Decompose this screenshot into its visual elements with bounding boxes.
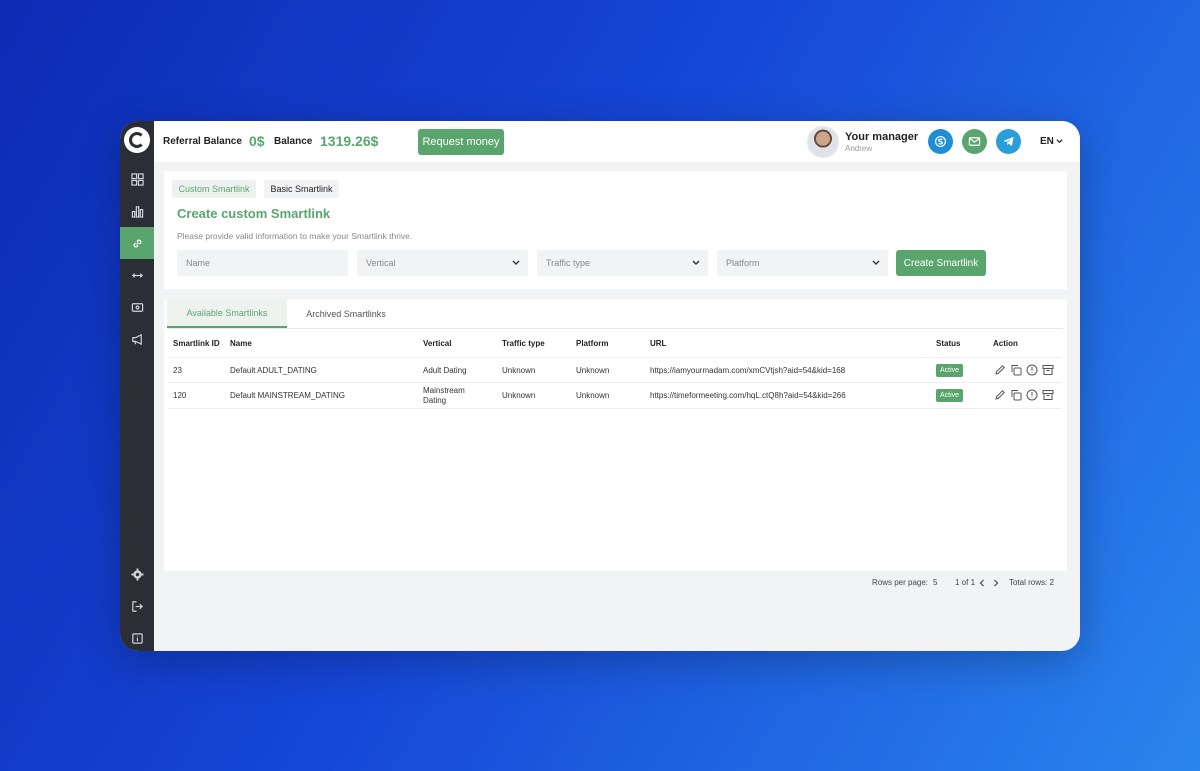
- column-header-platform: Platform: [576, 339, 609, 348]
- column-header-name: Name: [230, 339, 252, 348]
- tab-custom-smartlink[interactable]: Custom Smartlink: [172, 180, 256, 198]
- cell-vertical: Adult Dating: [423, 366, 467, 375]
- tab-archived-smartlinks[interactable]: Archived Smartlinks: [287, 299, 405, 328]
- sidebar-item-dashboard[interactable]: [120, 163, 154, 195]
- page-info: 1 of 1: [955, 578, 976, 587]
- balance-value: 1319.26$: [320, 133, 379, 149]
- chevron-down-icon: [1056, 139, 1063, 144]
- dashboard-icon: [130, 172, 144, 186]
- top-bar: Referral Balance 0$ Balance 1319.26$ Req…: [154, 121, 1080, 162]
- skype-icon: [934, 135, 947, 148]
- payment-icon: [131, 302, 143, 312]
- status-badge: Active: [936, 389, 964, 402]
- manager-avatar: [807, 126, 839, 158]
- traffic-type-select[interactable]: Traffic type: [537, 250, 708, 276]
- cell-id: 23: [173, 366, 182, 375]
- cell-platform: Unknown: [576, 391, 610, 400]
- rows-per-page-select[interactable]: 5: [933, 578, 937, 587]
- mail-icon: [968, 137, 981, 146]
- tab-available-smartlinks[interactable]: Available Smartlinks: [167, 299, 287, 328]
- traffic-type-select-label: Traffic type: [546, 258, 591, 268]
- cell-id: 120: [173, 391, 187, 400]
- edit-icon[interactable]: [994, 389, 1006, 401]
- copy-icon[interactable]: [1010, 389, 1022, 401]
- chevron-down-icon: [872, 260, 880, 265]
- sidebar-item-info[interactable]: [120, 622, 154, 651]
- request-money-button[interactable]: Request money: [418, 129, 504, 155]
- language-label: EN: [1040, 136, 1054, 147]
- vertical-select-label: Vertical: [366, 258, 396, 268]
- create-smartlink-button[interactable]: Create Smartlink: [896, 250, 986, 276]
- cell-url[interactable]: https://timeformeeting.com/hqL.ctQ8h?aid…: [650, 391, 846, 400]
- rows-per-page-label: Rows per page:: [872, 578, 929, 587]
- megaphone-icon: [131, 333, 142, 345]
- tabs-divider: [167, 328, 1063, 329]
- cell-name: Default MAINSTREAM_DATING: [230, 391, 345, 400]
- telegram-button[interactable]: [996, 129, 1021, 154]
- referral-balance-label: Referral Balance: [163, 136, 242, 147]
- column-header-id: Smartlink ID: [173, 339, 220, 348]
- platform-select[interactable]: Platform: [717, 250, 888, 276]
- info-icon: [131, 632, 143, 644]
- column-header-url: URL: [650, 339, 667, 348]
- column-header-status: Status: [936, 339, 961, 348]
- skype-button[interactable]: [928, 129, 953, 154]
- column-header-traffic-type: Traffic type: [502, 339, 545, 348]
- sidebar: [120, 121, 154, 651]
- row-divider: [168, 382, 1062, 383]
- app-window: Referral Balance 0$ Balance 1319.26$ Req…: [120, 121, 1080, 651]
- platform-select-label: Platform: [726, 258, 760, 268]
- header-divider: [168, 357, 1062, 358]
- form-title: Create custom Smartlink: [177, 206, 331, 221]
- sidebar-item-promo[interactable]: [120, 323, 154, 355]
- sidebar-item-settings[interactable]: [120, 558, 154, 590]
- cell-traffic-type: Unknown: [502, 391, 536, 400]
- column-header-action: Action: [993, 339, 1018, 348]
- chevron-left-icon[interactable]: [979, 579, 985, 587]
- sidebar-item-smartlinks[interactable]: [120, 227, 154, 259]
- balance-label: Balance: [274, 136, 313, 147]
- cell-vertical: Mainstream: [423, 386, 465, 395]
- cell-url[interactable]: https://iamyourmadam.com/xmCVtjsh?aid=54…: [650, 366, 845, 375]
- cell-traffic-type: Unknown: [502, 366, 536, 375]
- edit-icon[interactable]: [994, 364, 1006, 376]
- sidebar-item-statistics[interactable]: [120, 195, 154, 227]
- app-logo[interactable]: [124, 127, 150, 153]
- archive-icon[interactable]: [1042, 364, 1054, 376]
- archive-icon[interactable]: [1042, 389, 1054, 401]
- chevron-right-icon[interactable]: [993, 579, 999, 587]
- sidebar-item-payments[interactable]: [120, 291, 154, 323]
- logout-icon: [131, 600, 143, 612]
- column-header-vertical: Vertical: [423, 339, 452, 348]
- cell-vertical-line2: Dating: [423, 396, 447, 405]
- arrows-icon: [131, 272, 143, 278]
- alert-icon[interactable]: [1026, 389, 1038, 401]
- manager-title: Your manager: [845, 131, 919, 143]
- referral-balance-value: 0$: [249, 133, 265, 149]
- mail-button[interactable]: [962, 129, 987, 154]
- status-badge: Active: [936, 364, 964, 377]
- chevron-down-icon: [512, 260, 520, 265]
- alert-icon[interactable]: [1026, 364, 1038, 376]
- sidebar-item-transfers[interactable]: [120, 259, 154, 291]
- tab-basic-smartlink[interactable]: Basic Smartlink: [264, 180, 339, 198]
- total-rows: Total rows: 2: [1009, 578, 1054, 587]
- name-input[interactable]: Name: [177, 250, 348, 276]
- vertical-select[interactable]: Vertical: [357, 250, 528, 276]
- cell-platform: Unknown: [576, 366, 610, 375]
- manager-name: Andrew: [845, 144, 873, 153]
- link-icon: [133, 239, 141, 247]
- gear-icon: [130, 567, 144, 581]
- statistics-icon: [131, 205, 143, 218]
- smartlinks-list-panel: [164, 299, 1067, 571]
- chevron-down-icon: [692, 260, 700, 265]
- cell-name: Default ADULT_DATING: [230, 366, 317, 375]
- copy-icon[interactable]: [1010, 364, 1022, 376]
- form-description: Please provide valid information to make…: [177, 231, 413, 241]
- telegram-icon: [1003, 136, 1014, 147]
- row-divider: [168, 408, 1062, 409]
- sidebar-item-logout[interactable]: [120, 590, 154, 622]
